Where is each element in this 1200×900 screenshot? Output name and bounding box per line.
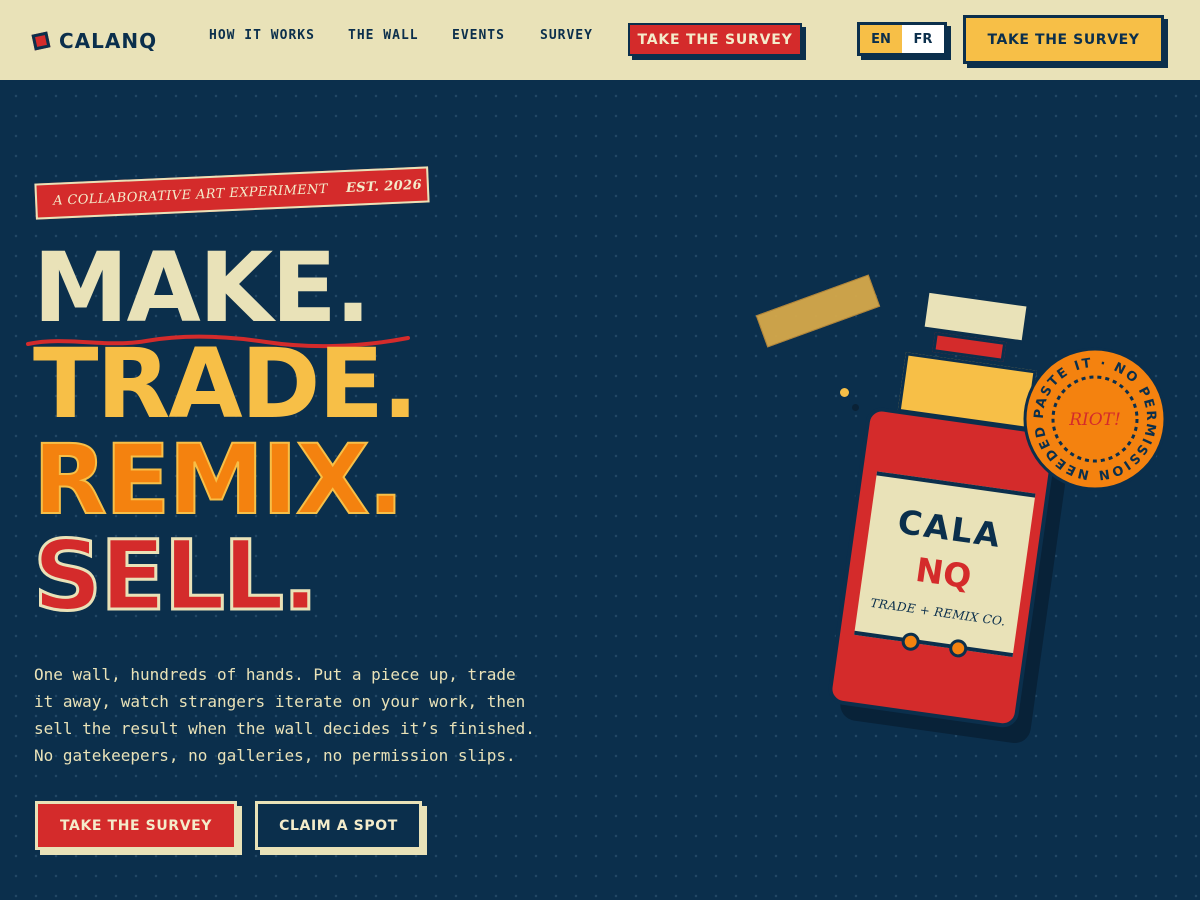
top-nav: CALANQ HOW IT WORKS THE WALL EVENTS SURV… [0,0,1200,80]
headline-sell: SELL. [32,520,321,632]
bottle-label-nq: NQ [913,549,974,597]
eyebrow-text: A COLLABORATIVE ART EXPERIMENT [52,181,329,209]
eyebrow-est: EST. 2026 [345,177,423,196]
riot-stamp-icon: PASTE IT · NO PERMISSION NEEDED RIOT! [1023,347,1167,491]
bottle-label-cala: CALA [895,501,1005,556]
hero-illustration: CALA NQ TRADE + REMIX CO. PASTE IT · NO … [730,250,1190,770]
eyebrow-banner: A COLLABORATIVE ART EXPERIMENT EST. 2026 [34,166,430,220]
nav-link-survey[interactable]: SURVEY [540,28,593,43]
claim-spot-button[interactable]: CLAIM A SPOT [255,801,422,850]
language-switcher: EN FR [857,22,947,56]
hero-description: One wall, hundreds of hands. Put a piece… [34,665,535,765]
header-survey-button[interactable]: TAKE THE SURVEY [963,15,1164,64]
logo-mark-icon [31,31,51,51]
take-survey-button[interactable]: TAKE THE SURVEY [35,801,237,850]
nav-survey-button[interactable]: TAKE THE SURVEY [628,23,802,56]
nav-link-events[interactable]: EVENTS [452,28,505,43]
headline-make: MAKE. [33,232,371,344]
bottle-dot-icon [900,631,921,652]
lang-en-button[interactable]: EN [860,25,902,53]
headline-trade: TRADE. [33,328,418,440]
paint-speck-icon [840,388,849,397]
lang-fr-button[interactable]: FR [902,25,944,53]
nav-link-the-wall[interactable]: THE WALL [348,28,419,43]
bottle-dot-icon [948,638,969,659]
brand-logo[interactable]: CALANQ [31,29,158,53]
headline-remix: REMIX. [32,424,405,536]
bottle-label-sub: TRADE + REMIX CO. [869,595,1007,629]
brand-name: CALANQ [59,29,158,53]
nav-link-how-it-works[interactable]: HOW IT WORKS [209,28,315,43]
bottle-label: CALA NQ TRADE + REMIX CO. [854,471,1036,659]
hero-section: A COLLABORATIVE ART EXPERIMENT EST. 2026… [0,80,1200,900]
stamp-center-text: RIOT! [1068,410,1121,430]
paint-bottle-icon: CALA NQ TRADE + REMIX CO. [803,266,1098,773]
